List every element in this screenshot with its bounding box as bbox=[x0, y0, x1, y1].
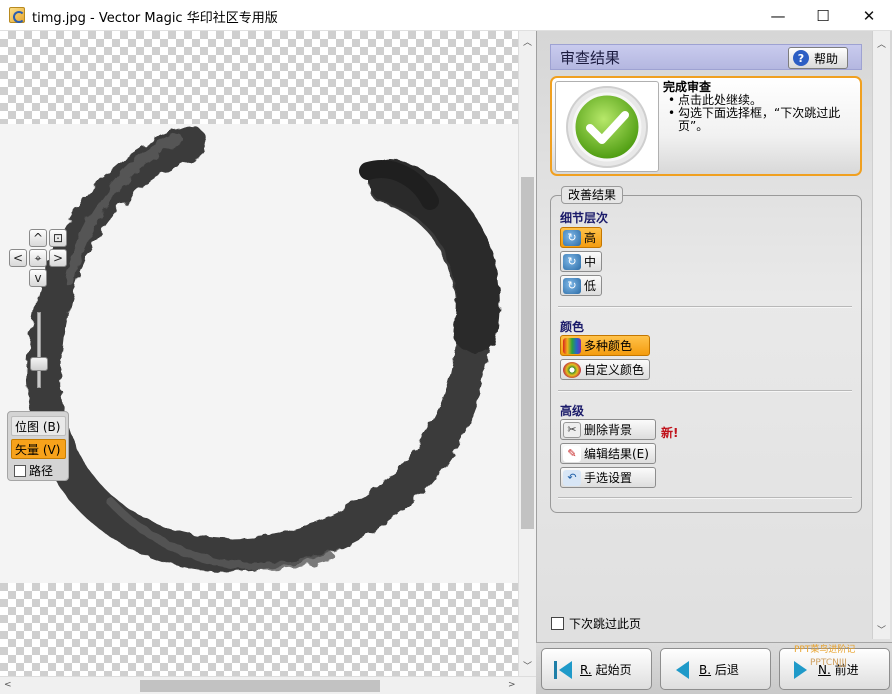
view-mode-panel: 位图 (B) 矢量 (V) 路径 bbox=[7, 411, 69, 481]
back-arrow-icon bbox=[676, 661, 689, 679]
path-label: 路径 bbox=[29, 464, 54, 478]
advanced-title: 高级 bbox=[560, 404, 585, 418]
pan-up-button[interactable]: ^ bbox=[29, 229, 47, 247]
zoom-slider-thumb[interactable] bbox=[30, 357, 48, 371]
detail-level-title: 细节层次 bbox=[560, 211, 609, 225]
separator bbox=[558, 497, 852, 499]
edit-result-button[interactable]: ✎ 编辑结果(E) bbox=[560, 443, 656, 464]
start-page-button[interactable]: R. 起始页 bbox=[541, 648, 652, 690]
zoom-fit-button[interactable]: ⊡ bbox=[49, 229, 67, 247]
help-label: 帮助 bbox=[814, 51, 839, 66]
watermark: PPT菜鸟进阶记 PPTCNJJJ bbox=[794, 645, 856, 668]
app-icon bbox=[9, 7, 25, 23]
detail-low-button[interactable]: ↻ 低 bbox=[560, 275, 602, 296]
detail-medium-button[interactable]: ↻ 中 bbox=[560, 251, 602, 272]
delete-background-button[interactable]: ✂ 删除背景 bbox=[560, 419, 656, 440]
back-button[interactable]: B. 后退 bbox=[660, 648, 771, 690]
palette-icon bbox=[563, 361, 581, 378]
help-button[interactable]: ? 帮助 bbox=[788, 47, 848, 69]
horizontal-scroll-thumb[interactable] bbox=[140, 680, 380, 692]
rainbow-icon bbox=[563, 337, 581, 354]
skip-page-label[interactable]: 下次跳过此页 bbox=[569, 615, 641, 632]
color-title: 颜色 bbox=[560, 320, 585, 334]
undo-arrow-icon: ↶ bbox=[563, 469, 581, 486]
detail-icon: ↻ bbox=[563, 229, 581, 246]
vector-mode-button[interactable]: 矢量 (V) bbox=[11, 439, 66, 459]
pencil-icon: ✎ bbox=[563, 445, 581, 462]
vertical-scroll-thumb[interactable] bbox=[521, 177, 534, 529]
maximize-button[interactable]: ☐ bbox=[800, 0, 846, 31]
detail-icon: ↻ bbox=[563, 277, 581, 294]
center-button[interactable]: ⌖ bbox=[29, 249, 47, 267]
panel-title: 审查结果 bbox=[560, 49, 621, 67]
canvas-horizontal-scrollbar[interactable]: < > bbox=[0, 676, 536, 694]
improve-results-legend: 改善结果 bbox=[561, 186, 624, 204]
detail-icon: ↻ bbox=[563, 253, 581, 270]
detail-high-button[interactable]: ↻ 高 bbox=[560, 227, 602, 248]
window-title: timg.jpg - Vector Magic 华印社区专用版 bbox=[32, 11, 278, 26]
minimize-button[interactable]: — bbox=[755, 0, 801, 31]
custom-color-button[interactable]: 自定义颜色 bbox=[560, 359, 650, 380]
multi-color-button[interactable]: 多种颜色 bbox=[560, 335, 650, 356]
close-button[interactable]: ✕ bbox=[846, 0, 892, 31]
skip-page-checkbox[interactable] bbox=[551, 617, 564, 630]
image-canvas[interactable]: ^ ⊡ < ⌖ > v bbox=[0, 31, 518, 676]
bitmap-mode-button[interactable]: 位图 (B) bbox=[11, 416, 66, 436]
zoom-slider-track[interactable] bbox=[37, 312, 41, 388]
manual-settings-button[interactable]: ↶ 手选设置 bbox=[560, 467, 656, 488]
review-bullet-2: • 勾选下面选择框，“下次跳过此 页”。 bbox=[668, 106, 841, 133]
path-checkbox[interactable] bbox=[14, 465, 26, 477]
path-mode-toggle[interactable]: 路径 bbox=[11, 461, 66, 481]
pan-right-button[interactable]: > bbox=[49, 249, 67, 267]
separator bbox=[558, 306, 852, 308]
separator bbox=[558, 390, 852, 392]
title-bar: timg.jpg - Vector Magic 华印社区专用版 — ☐ ✕ bbox=[0, 0, 892, 31]
pan-down-button[interactable]: v bbox=[29, 269, 47, 287]
new-badge: 新! bbox=[661, 426, 679, 440]
first-page-icon bbox=[554, 661, 572, 679]
canvas-vertical-scrollbar[interactable]: ︿ ﹀ bbox=[518, 31, 536, 676]
pan-left-button[interactable]: < bbox=[9, 249, 27, 267]
help-icon: ? bbox=[793, 50, 809, 66]
checkmark-icon[interactable] bbox=[555, 81, 659, 172]
panel-scrollbar[interactable]: ︿ ﹀ bbox=[872, 31, 890, 639]
enso-image bbox=[26, 126, 500, 572]
scissors-icon: ✂ bbox=[563, 421, 581, 438]
